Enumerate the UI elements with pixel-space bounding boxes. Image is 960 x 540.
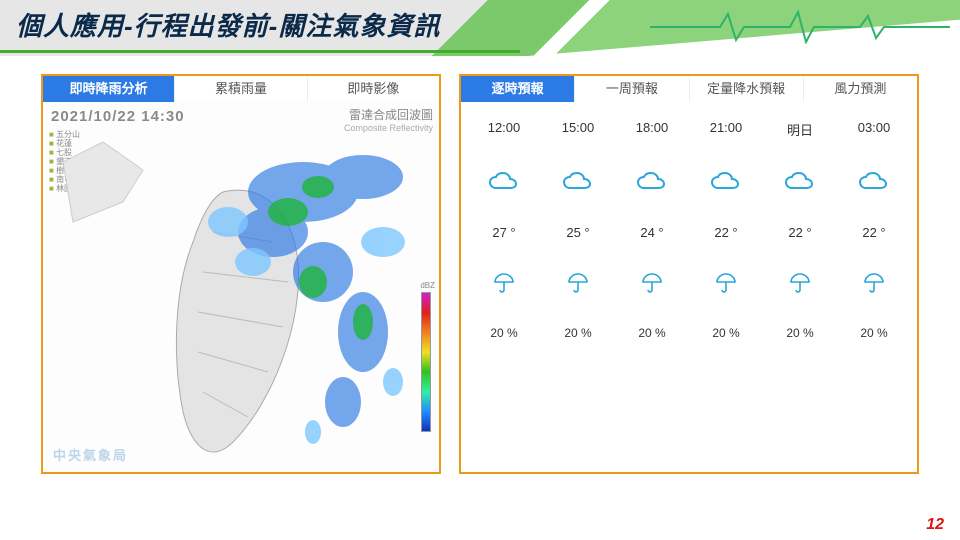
- radar-tab-row: 即時降雨分析 累積雨量 即時影像: [43, 76, 439, 102]
- cloud-icon: [561, 171, 595, 193]
- dbz-label: dBZ: [420, 281, 435, 290]
- forecast-temp: 22 °: [837, 225, 911, 240]
- forecast-temp: 22 °: [763, 225, 837, 240]
- forecast-pop: 20 %: [689, 326, 763, 340]
- forecast-precip-icon: [837, 268, 911, 298]
- forecast-tab-row: 逐時預報 一周預報 定量降水預報 風力預測: [461, 76, 917, 102]
- forecast-weather-icon: [689, 167, 763, 197]
- umbrella-icon: [566, 271, 590, 295]
- forecast-temp: 22 °: [689, 225, 763, 240]
- forecast-weather-icon: [763, 167, 837, 197]
- forecast-precip-icon: [467, 268, 541, 298]
- umbrella-icon: [788, 271, 812, 295]
- forecast-time: 18:00: [615, 120, 689, 139]
- forecast-temp: 24 °: [615, 225, 689, 240]
- forecast-weather-icon: [467, 167, 541, 197]
- radar-product-zh: 雷達合成回波圖: [344, 106, 433, 123]
- radar-panel: 即時降雨分析 累積雨量 即時影像 2021/10/22 14:30 五分山 花蓮…: [41, 74, 441, 474]
- ecg-line-icon: [650, 10, 950, 44]
- tab-accumulated-rain[interactable]: 累積雨量: [174, 76, 306, 102]
- cloud-icon: [635, 171, 669, 193]
- tab-realtime-rain[interactable]: 即時降雨分析: [43, 76, 174, 102]
- forecast-pop: 20 %: [467, 326, 541, 340]
- umbrella-icon: [714, 271, 738, 295]
- forecast-pop: 20 %: [541, 326, 615, 340]
- taiwan-map-icon: [63, 122, 423, 472]
- forecast-time: 03:00: [837, 120, 911, 139]
- forecast-temp: 25 °: [541, 225, 615, 240]
- forecast-weather-icon: [837, 167, 911, 197]
- tab-qpf[interactable]: 定量降水預報: [689, 76, 803, 102]
- forecast-time: 21:00: [689, 120, 763, 139]
- forecast-weather-icon: [615, 167, 689, 197]
- map-source-label: 中央氣象局: [53, 445, 128, 464]
- tab-wind[interactable]: 風力預測: [803, 76, 917, 102]
- forecast-temp: 27 °: [467, 225, 541, 240]
- forecast-precip-icon: [689, 268, 763, 298]
- tab-live-image[interactable]: 即時影像: [307, 76, 439, 102]
- dbz-color-scale: [421, 292, 431, 432]
- forecast-precip-icon: [615, 268, 689, 298]
- forecast-pop: 20 %: [763, 326, 837, 340]
- forecast-pop: 20 %: [615, 326, 689, 340]
- radar-map[interactable]: 2021/10/22 14:30 五分山 花蓮 七股 墾丁 樹林 南屯 林園 雷…: [43, 102, 439, 472]
- umbrella-icon: [862, 271, 886, 295]
- forecast-time: 明日: [763, 120, 837, 139]
- tab-hourly[interactable]: 逐時預報: [461, 76, 574, 102]
- forecast-pop: 20 %: [837, 326, 911, 340]
- umbrella-icon: [640, 271, 664, 295]
- forecast-body: 12:0015:0018:0021:00明日03:0027 °25 °24 °2…: [461, 102, 917, 472]
- forecast-panel: 逐時預報 一周預報 定量降水預報 風力預測 12:0015:0018:0021:…: [459, 74, 919, 474]
- cloud-icon: [857, 171, 891, 193]
- cloud-icon: [783, 171, 817, 193]
- page-title: 個人應用-行程出發前-關注氣象資訊: [16, 6, 440, 43]
- forecast-time: 15:00: [541, 120, 615, 139]
- header-underline: [0, 50, 520, 53]
- forecast-time: 12:00: [467, 120, 541, 139]
- cloud-icon: [487, 171, 521, 193]
- cloud-icon: [709, 171, 743, 193]
- tab-weekly[interactable]: 一周預報: [574, 76, 688, 102]
- forecast-precip-icon: [763, 268, 837, 298]
- forecast-weather-icon: [541, 167, 615, 197]
- forecast-precip-icon: [541, 268, 615, 298]
- umbrella-icon: [492, 271, 516, 295]
- page-number: 12: [926, 516, 944, 534]
